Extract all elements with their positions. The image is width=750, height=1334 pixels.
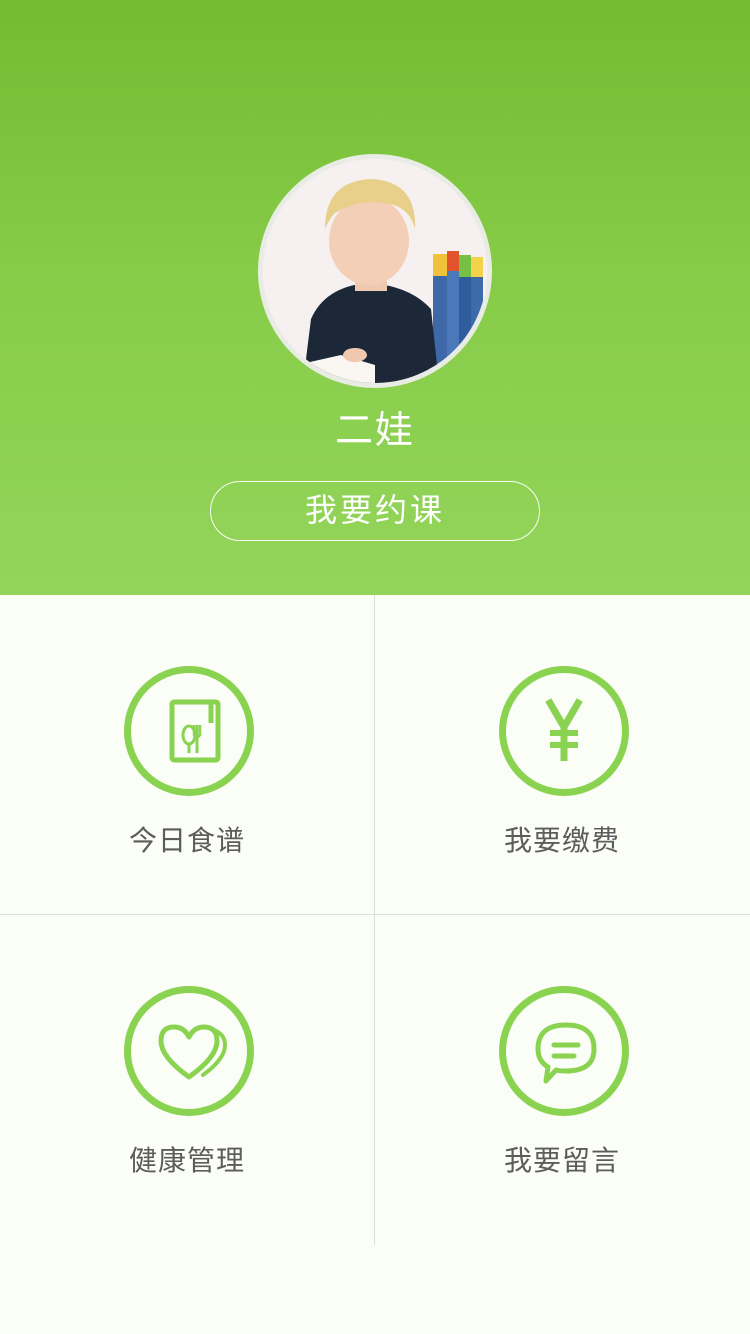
menu-item-label: 健康管理 xyxy=(128,1144,245,1177)
heart-icon xyxy=(124,986,254,1116)
menu-item-recipe[interactable]: 今日食谱 xyxy=(0,595,374,914)
menu-item-payment[interactable]: 我要缴费 xyxy=(375,595,749,914)
menu-item-message[interactable]: 我要留言 xyxy=(375,915,749,1234)
avatar-photo xyxy=(263,159,487,383)
menu-item-label: 今日食谱 xyxy=(128,824,245,857)
menu-item-health[interactable]: 健康管理 xyxy=(0,915,374,1234)
recipe-icon xyxy=(124,666,254,796)
menu-grid: 今日食谱 我要缴费 健康管理 我要留言 xyxy=(0,595,750,1245)
user-name: 二娃 xyxy=(334,408,415,452)
menu-item-label: 我要缴费 xyxy=(503,824,620,857)
menu-item-label: 我要留言 xyxy=(503,1144,620,1177)
avatar[interactable] xyxy=(258,154,492,388)
yuan-icon xyxy=(499,666,629,796)
book-class-button[interactable]: 我要约课 xyxy=(210,481,540,541)
message-icon xyxy=(499,986,629,1116)
profile-header: 二娃 我要约课 xyxy=(0,0,750,595)
